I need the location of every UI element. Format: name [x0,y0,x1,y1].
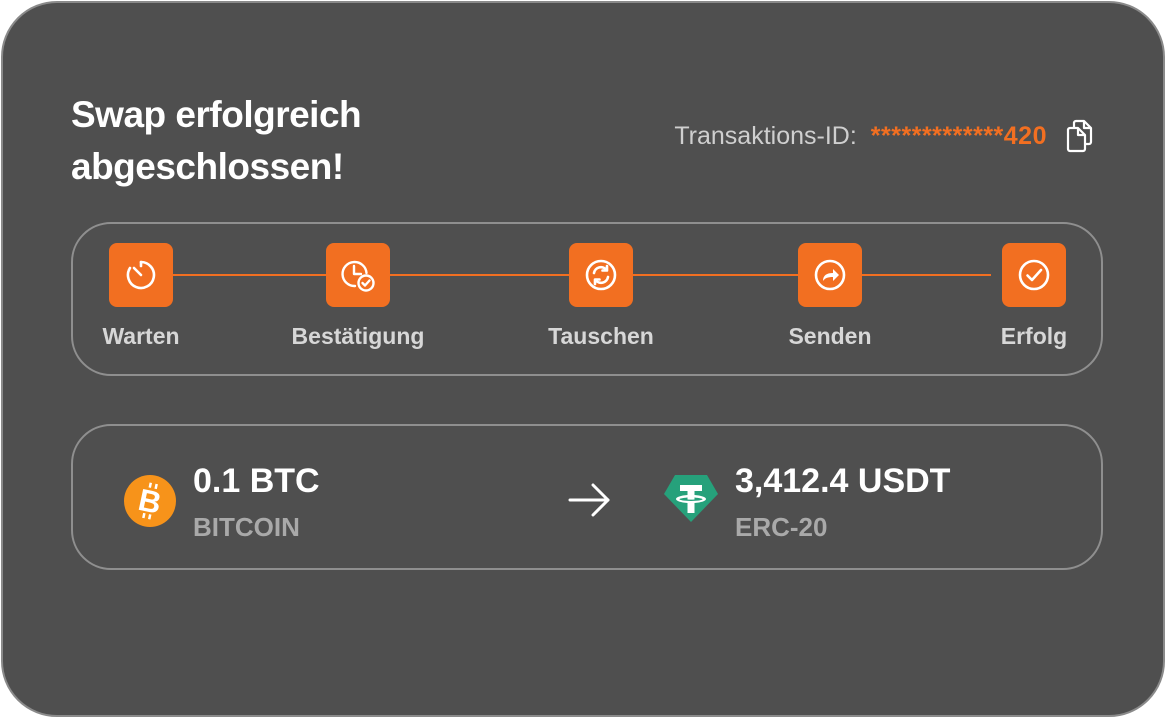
transaction-id-value: *************420 [870,121,1047,150]
swap-summary: B 0.1 BTC BITCOIN 3,412.4 USDT ERC-20 [71,424,1103,570]
progress-steps: Warten Bestätigung Tauschen Senden Erfol… [71,222,1103,376]
transaction-id-row: Transaktions-ID: *************420 [674,119,1093,153]
share-arrow-icon [798,243,862,307]
timer-icon [109,243,173,307]
page-title: Swap erfolgreich abgeschlossen! [71,94,362,187]
from-network: BITCOIN [193,512,300,542]
refresh-icon [569,243,633,307]
clock-check-icon [326,243,390,307]
step-label: Erfolg [1000,323,1068,349]
step-label: Tauschen [548,323,654,349]
step-label: Bestätigung [291,323,425,349]
step-label: Warten [102,323,180,349]
arrow-right-icon [568,483,610,517]
swap-success-card: Swap erfolgreich abgeschlossen! Transakt… [1,1,1165,717]
copy-icon[interactable] [1065,119,1093,153]
from-amount: 0.1 BTC [193,462,320,500]
tether-icon [664,475,718,522]
check-circle-icon [1002,243,1066,307]
transaction-id-label: Transaktions-ID: [674,121,857,150]
bitcoin-icon: B [124,475,176,527]
to-network: ERC-20 [735,512,828,542]
to-amount: 3,412.4 USDT [735,462,951,500]
progress-line [143,274,991,276]
